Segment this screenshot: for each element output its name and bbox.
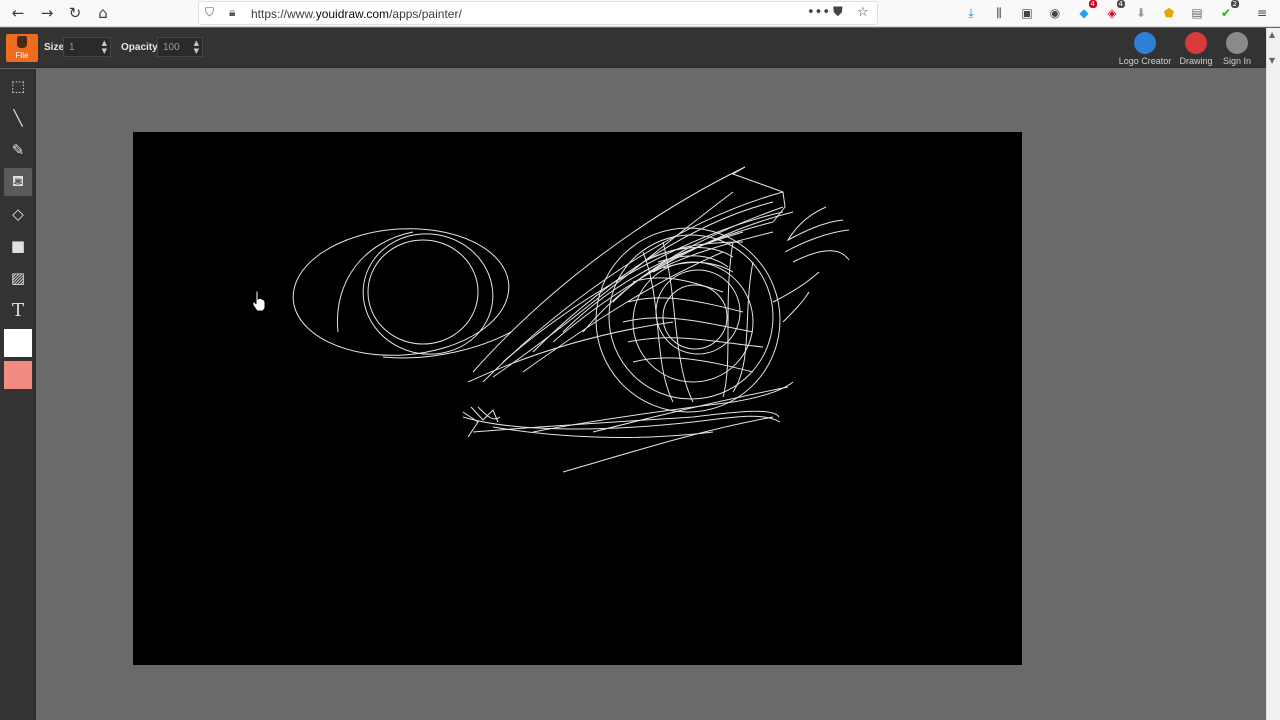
opacity-value[interactable]: 100 <box>163 42 180 53</box>
lock-icon[interactable]: 🔒︎ <box>229 5 235 20</box>
brush-icon[interactable]: ✎ <box>4 136 32 164</box>
url-text[interactable]: https://www.youidraw.com/apps/painter/ <box>251 7 462 21</box>
sign-in-button[interactable]: Sign In <box>1218 32 1256 66</box>
extension-red-icon[interactable]: ◈ 4 <box>1103 0 1125 22</box>
library-icon[interactable]: ⫼ <box>990 4 1008 22</box>
drawing-label: Drawing <box>1179 56 1213 66</box>
downloads-icon[interactable]: ⤓ <box>962 4 980 22</box>
logo-creator-label: Logo Creator <box>1118 56 1172 66</box>
browser-toolbar: ← → ↻ ⌂ ⛉ 🔒︎ https://www.youidraw.com/ap… <box>0 0 1280 27</box>
text-tool-icon[interactable]: T <box>4 296 32 324</box>
secondary-color-swatch[interactable] <box>4 361 32 389</box>
forward-icon[interactable]: → <box>36 3 58 23</box>
extension-eye-icon[interactable]: ◉ <box>1046 4 1064 22</box>
eraser-icon[interactable]: ◇ <box>4 200 32 228</box>
vertical-scrollbar[interactable]: ▲ ▼ <box>1266 28 1280 720</box>
user-icon <box>1226 32 1248 54</box>
fill-bucket-icon[interactable]: ⛾ <box>4 168 32 196</box>
extension-green-icon[interactable]: ✔ 2 <box>1217 0 1239 22</box>
brush-logo-icon <box>17 36 27 48</box>
extension-badge: 4 <box>1088 0 1097 8</box>
scroll-down-icon[interactable]: ▼ <box>1269 56 1275 65</box>
menu-icon[interactable]: ≡ <box>1253 4 1271 22</box>
extension-blue-icon[interactable]: ◆ 4 <box>1075 0 1097 22</box>
opacity-stepper[interactable]: 100 ▲ ▼ <box>157 37 203 57</box>
app-toolbar: File Size: 1 ▲ ▼ Opacity: 100 ▲ ▼ Logo Cre… <box>0 28 1280 68</box>
file-button[interactable]: File <box>6 34 38 62</box>
pocket-icon[interactable]: ⛊ <box>833 5 843 20</box>
download-arrow-icon[interactable]: ⬇ <box>1132 4 1150 22</box>
url-prefix: https://www. <box>251 7 316 21</box>
file-label: File <box>15 51 29 60</box>
extension-badge: 2 <box>1230 0 1239 8</box>
drawing-canvas[interactable] <box>133 132 1022 665</box>
opacity-label: Opacity: <box>121 42 162 53</box>
stepper-arrows-icon[interactable]: ▲ ▼ <box>194 39 199 55</box>
size-stepper[interactable]: 1 ▲ ▼ <box>63 37 111 57</box>
logo-creator-icon <box>1134 32 1156 54</box>
hand-cursor-icon <box>252 290 266 312</box>
url-host: youidraw.com <box>315 7 390 21</box>
pencil-icon[interactable]: ╲ <box>4 104 32 132</box>
logo-creator-button[interactable]: Logo Creator <box>1116 32 1174 66</box>
home-icon[interactable]: ⌂ <box>92 3 114 23</box>
select-icon[interactable]: ⬚ <box>4 72 32 100</box>
scroll-up-icon[interactable]: ▲ <box>1269 30 1275 39</box>
drawing-button[interactable]: Drawing <box>1176 32 1216 66</box>
page-actions-icon[interactable]: ••• <box>807 5 830 20</box>
sign-in-label: Sign In <box>1222 56 1252 66</box>
back-icon[interactable]: ← <box>7 3 29 23</box>
tracking-shield-icon[interactable]: ⛉ <box>205 5 214 20</box>
drawing-icon <box>1185 32 1207 54</box>
sidebar-icon[interactable]: ▣ <box>1018 4 1036 22</box>
extension-badge: 4 <box>1116 0 1125 8</box>
stepper-arrows-icon[interactable]: ▲ ▼ <box>102 39 107 55</box>
url-path: /apps/painter/ <box>389 7 462 21</box>
extension-shield-icon[interactable]: ⬟ <box>1160 4 1178 22</box>
shape-icon[interactable]: ■ <box>4 232 32 260</box>
reload-icon[interactable]: ↻ <box>64 3 86 23</box>
bookmark-star-icon[interactable]: ☆ <box>857 5 869 20</box>
size-value[interactable]: 1 <box>69 42 75 53</box>
extension-clapper-icon[interactable]: ▤ <box>1188 4 1206 22</box>
image-icon[interactable]: ▨ <box>4 264 32 292</box>
sketch-strokes <box>292 166 850 473</box>
primary-color-swatch[interactable] <box>4 329 32 357</box>
address-bar[interactable]: ⛉ 🔒︎ https://www.youidraw.com/apps/paint… <box>198 1 878 25</box>
tool-panel: ⬚ ╲ ✎ ⛾ ◇ ■ ▨ T <box>0 69 36 720</box>
